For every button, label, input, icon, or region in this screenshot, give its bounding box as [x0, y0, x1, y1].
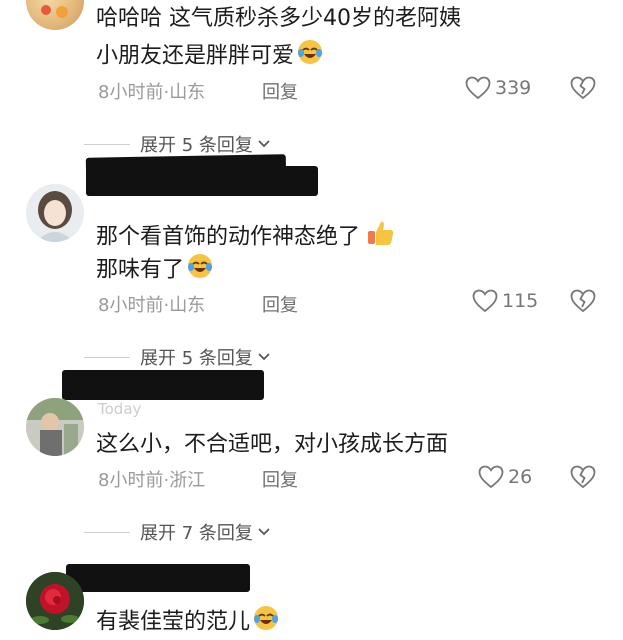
reply-button[interactable]: 回复 [262, 78, 298, 104]
avatar-image [26, 398, 84, 456]
comment-text: 那味有了 [96, 257, 185, 283]
broken-heart-icon [570, 289, 596, 313]
like-button[interactable]: 339 [465, 76, 531, 100]
comment-text-line: 哈哈哈 这气质秒杀多少40岁的老阿姨 [96, 6, 461, 31]
laughing-tears-emoji [252, 604, 280, 640]
expand-replies-label: 展开 5 条回复 [140, 348, 253, 369]
like-button[interactable]: 26 [478, 465, 532, 489]
divider-line [84, 143, 130, 145]
dislike-button[interactable] [570, 465, 596, 493]
comment-meta: 8小时前·山东 [98, 78, 205, 104]
comment-list: 哈哈哈 这气质秒杀多少40岁的老阿姨 小朋友还是胖胖可爱 8小时前·山东 回复 … [0, 0, 623, 640]
expand-replies-label: 展开 5 条回复 [140, 135, 253, 156]
divider-line [84, 531, 130, 533]
comment-location: 山东 [169, 82, 206, 103]
username-ghost: Today [98, 400, 142, 418]
comment-time: 8小时前 [98, 470, 164, 491]
avatar[interactable] [26, 0, 84, 30]
redacted-username [62, 370, 264, 400]
comment-text: 那个看首饰的动作神态绝了 [96, 224, 361, 250]
like-count: 339 [495, 77, 532, 99]
avatar-image [26, 184, 84, 242]
like-count: 26 [508, 466, 533, 488]
expand-replies-button[interactable]: 展开 5 条回复 [84, 344, 271, 370]
comment-time: 8小时前 [98, 295, 164, 316]
comment-meta: 8小时前·山东 [98, 291, 205, 317]
chevron-down-icon [258, 140, 270, 148]
thumbs-up-emoji [366, 218, 396, 257]
comment-text-line: 那味有了 [96, 252, 214, 289]
comment-location: 山东 [169, 295, 206, 316]
comment-text-line: 这么小，不合适吧，对小孩成长方面 [96, 432, 449, 457]
broken-heart-icon [570, 76, 596, 100]
expand-replies-label: 展开 7 条回复 [140, 523, 253, 544]
divider-line [84, 356, 130, 358]
comment-text-line: 有裴佳莹的范儿 [96, 604, 280, 640]
redacted-username [66, 564, 250, 592]
comment-location: 浙江 [169, 470, 206, 491]
reply-button[interactable]: 回复 [262, 291, 298, 317]
chevron-down-icon [258, 353, 270, 361]
laughing-tears-emoji [296, 38, 324, 75]
avatar[interactable] [26, 184, 84, 242]
like-button[interactable]: 115 [472, 289, 538, 313]
avatar-image [41, 5, 68, 18]
heart-outline-icon [465, 76, 491, 100]
avatar[interactable] [26, 398, 84, 456]
expand-replies-button[interactable]: 展开 5 条回复 [84, 131, 271, 157]
comment-meta: 8小时前·浙江 [98, 466, 205, 492]
comment-text: 小朋友还是胖胖可爱 [96, 43, 295, 69]
expand-replies-button[interactable]: 展开 7 条回复 [84, 519, 271, 545]
broken-heart-icon [570, 465, 596, 489]
like-count: 115 [502, 290, 539, 312]
comment-time: 8小时前 [98, 82, 164, 103]
chevron-down-icon [258, 528, 270, 536]
laughing-tears-emoji [186, 252, 214, 289]
comment-text-line: 小朋友还是胖胖可爱 [96, 38, 324, 75]
avatar[interactable] [26, 572, 84, 630]
avatar-image [26, 572, 84, 630]
heart-outline-icon [472, 289, 498, 313]
reply-button[interactable]: 回复 [262, 466, 298, 492]
redacted-username [86, 166, 318, 196]
comment-text: 有裴佳莹的范儿 [96, 609, 251, 635]
heart-outline-icon [478, 465, 504, 489]
dislike-button[interactable] [570, 289, 596, 317]
dislike-button[interactable] [570, 76, 596, 104]
